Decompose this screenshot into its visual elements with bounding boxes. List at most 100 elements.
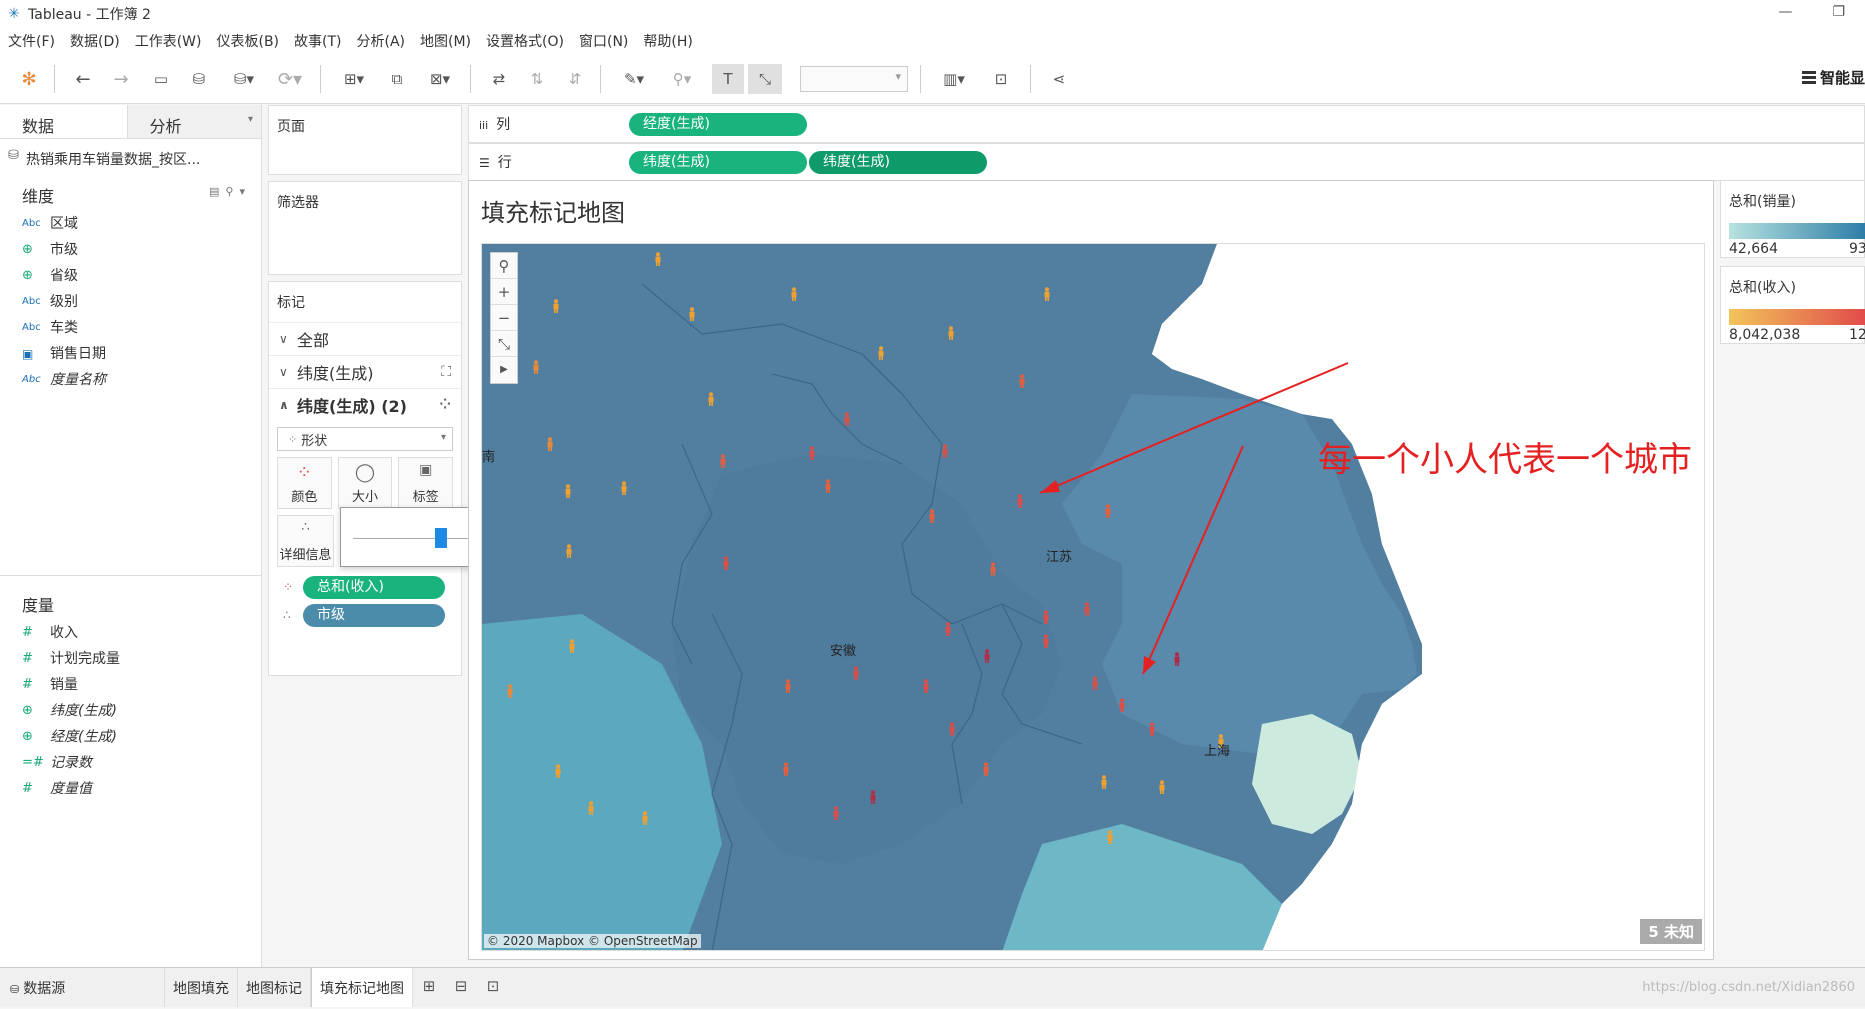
city-person-mark[interactable] bbox=[506, 684, 514, 698]
new-datasource-icon[interactable]: ⛁ bbox=[184, 64, 214, 94]
map[interactable]: 安徽 江苏 上海 南 ⚲ + − ⤡ ▶ © 2020 Mapbox © Ope… bbox=[481, 243, 1705, 951]
city-person-mark[interactable] bbox=[1100, 775, 1108, 789]
city-person-mark[interactable] bbox=[654, 252, 662, 266]
undo-icon[interactable]: ← bbox=[68, 64, 98, 94]
fit-select[interactable] bbox=[800, 66, 908, 92]
new-dashboard-icon[interactable]: ⊟ bbox=[445, 968, 477, 1007]
city-person-mark[interactable] bbox=[824, 479, 832, 493]
menu-file[interactable]: 文件(F) bbox=[8, 31, 55, 51]
city-person-mark[interactable] bbox=[564, 484, 572, 498]
sheet-tab[interactable]: 地图标记 bbox=[238, 968, 311, 1007]
tab-datasource[interactable]: ⛁ 数据源 bbox=[0, 968, 165, 1007]
clear-sheet-icon[interactable]: ⊠▾ bbox=[420, 64, 460, 94]
sales-legend[interactable]: 总和(销量) 42,664 93 bbox=[1720, 180, 1865, 258]
sort-desc-icon[interactable]: ⇵ bbox=[560, 64, 590, 94]
city-person-mark[interactable] bbox=[843, 412, 851, 426]
city-person-mark[interactable] bbox=[922, 679, 930, 693]
city-person-mark[interactable] bbox=[944, 622, 952, 636]
city-person-mark[interactable] bbox=[782, 762, 790, 776]
search-icon[interactable]: ⚲ bbox=[491, 253, 517, 279]
city-person-mark[interactable] bbox=[1042, 610, 1050, 624]
city-person-mark[interactable] bbox=[688, 307, 696, 321]
tab-data[interactable]: 数据 bbox=[0, 105, 128, 138]
city-person-mark[interactable] bbox=[784, 679, 792, 693]
menu-worksheet[interactable]: 工作表(W) bbox=[135, 31, 202, 51]
city-person-mark[interactable] bbox=[565, 544, 573, 558]
zoom-out-icon[interactable]: − bbox=[491, 305, 517, 331]
color-button[interactable]: ⁘ 颜色 bbox=[277, 457, 332, 509]
show-labels-icon[interactable]: T bbox=[712, 64, 744, 94]
presentation-icon[interactable]: ⊡ bbox=[986, 64, 1016, 94]
zoom-in-icon[interactable]: + bbox=[491, 279, 517, 305]
city-person-mark[interactable] bbox=[719, 454, 727, 468]
city-detail-pill[interactable]: 市级 bbox=[303, 603, 445, 627]
city-person-mark[interactable] bbox=[941, 444, 949, 458]
income-color-pill[interactable]: 总和(收入) bbox=[303, 575, 445, 599]
dimension-field[interactable]: Abc 车类 bbox=[0, 315, 261, 341]
city-person-mark[interactable] bbox=[1158, 780, 1166, 794]
marks-layer-2[interactable]: ∧ 纬度(生成) (2) ⁘ bbox=[269, 388, 461, 421]
city-person-mark[interactable] bbox=[1173, 652, 1181, 666]
group-icon[interactable]: ⚲▾ bbox=[662, 64, 702, 94]
pause-updates-icon[interactable]: ⛁▾ bbox=[224, 64, 264, 94]
measure-field[interactable]: ⊕ 经度(生成) bbox=[0, 724, 261, 750]
city-person-mark[interactable] bbox=[568, 639, 576, 653]
restore-icon[interactable]: ❐ bbox=[1832, 4, 1845, 20]
dimension-field[interactable]: ⊕ 市级 bbox=[0, 237, 261, 263]
refresh-icon[interactable]: ⟳▾ bbox=[270, 64, 310, 94]
dimension-field[interactable]: ⊕ 省级 bbox=[0, 263, 261, 289]
measure-field[interactable]: ⊕ 纬度(生成) bbox=[0, 698, 261, 724]
menu-window[interactable]: 窗口(N) bbox=[579, 31, 628, 51]
measure-field[interactable]: # 度量值 bbox=[0, 776, 261, 802]
latitude-pill-1[interactable]: 纬度(生成) bbox=[629, 150, 807, 174]
city-person-mark[interactable] bbox=[928, 509, 936, 523]
city-person-mark[interactable] bbox=[1091, 676, 1099, 690]
city-person-mark[interactable] bbox=[982, 762, 990, 776]
dimension-field[interactable]: Abc 度量名称 bbox=[0, 367, 261, 393]
city-person-mark[interactable] bbox=[641, 811, 649, 825]
reset-map-icon[interactable]: ⤡ bbox=[491, 331, 517, 357]
city-person-mark[interactable] bbox=[552, 299, 560, 313]
marks-layer-1[interactable]: ∨ 纬度(生成) ⛶ bbox=[269, 355, 461, 388]
city-person-mark[interactable] bbox=[1042, 634, 1050, 648]
city-person-mark[interactable] bbox=[852, 666, 860, 680]
label-button[interactable]: ▣ 标签 bbox=[398, 457, 454, 509]
size-button[interactable]: ◯ 大小 bbox=[337, 457, 393, 509]
measure-field[interactable]: # 销量 bbox=[0, 672, 261, 698]
income-legend[interactable]: 总和(收入) 8,042,038 125,45 bbox=[1720, 266, 1865, 344]
measure-field[interactable]: # 计划完成量 bbox=[0, 646, 261, 672]
pages-card[interactable]: 页面 bbox=[268, 105, 462, 175]
marks-layer-all[interactable]: ∨ 全部 bbox=[269, 322, 461, 355]
rows-shelf[interactable]: ☰ 行 纬度(生成) 纬度(生成) bbox=[468, 143, 1865, 181]
city-person-mark[interactable] bbox=[948, 722, 956, 736]
city-person-mark[interactable] bbox=[1018, 374, 1026, 388]
new-story-icon[interactable]: ⊡ bbox=[477, 968, 509, 1007]
menu-map[interactable]: 地图(M) bbox=[420, 31, 471, 51]
longitude-pill[interactable]: 经度(生成) bbox=[629, 112, 807, 136]
datasource-item[interactable]: 热销乘用车销量数据_按区... bbox=[0, 139, 261, 175]
show-cards-icon[interactable]: ▥▾ bbox=[934, 64, 974, 94]
city-person-mark[interactable] bbox=[1106, 830, 1114, 844]
measure-field[interactable]: # 收入 bbox=[0, 620, 261, 646]
unknown-indicator[interactable]: 5 未知 bbox=[1640, 919, 1702, 944]
city-person-mark[interactable] bbox=[546, 437, 554, 451]
swap-icon[interactable]: ⇄ bbox=[484, 64, 514, 94]
city-person-mark[interactable] bbox=[983, 649, 991, 663]
share-icon[interactable]: ⋖ bbox=[1044, 64, 1074, 94]
columns-shelf[interactable]: iii 列 经度(生成) bbox=[468, 105, 1865, 143]
city-person-mark[interactable] bbox=[1104, 504, 1112, 518]
dimensions-tools-icon[interactable]: ▤⚲▾ bbox=[209, 185, 251, 198]
minimize-icon[interactable]: — bbox=[1778, 4, 1792, 20]
save-icon[interactable]: ▭ bbox=[146, 64, 176, 94]
highlight-icon[interactable]: ✎▾ bbox=[614, 64, 654, 94]
city-person-mark[interactable] bbox=[989, 562, 997, 576]
tab-analysis[interactable]: 分析 bbox=[127, 105, 261, 138]
new-worksheet-icon[interactable]: ⊞▾ bbox=[334, 64, 374, 94]
city-person-mark[interactable] bbox=[1083, 602, 1091, 616]
tableau-home-icon[interactable]: ✻ bbox=[14, 64, 44, 94]
city-person-mark[interactable] bbox=[1043, 287, 1051, 301]
city-person-mark[interactable] bbox=[1118, 698, 1126, 712]
filters-card[interactable]: 筛选器 bbox=[268, 181, 462, 275]
city-person-mark[interactable] bbox=[1148, 722, 1156, 736]
fix-axes-icon[interactable]: ⤡ bbox=[748, 64, 782, 94]
